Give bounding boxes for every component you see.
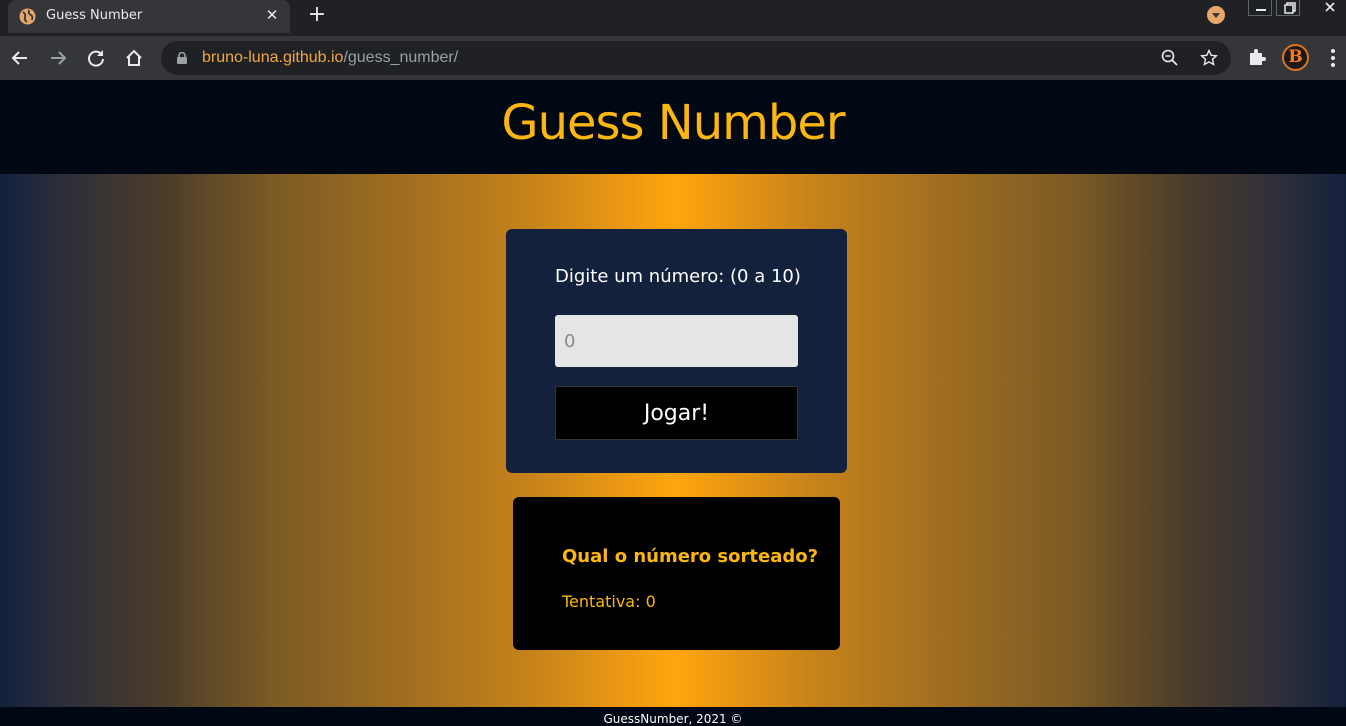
page-header: Guess Number [0, 80, 1346, 174]
profile-avatar[interactable]: B [1282, 44, 1309, 71]
result-question: Qual o número sorteado? [562, 546, 819, 567]
page-content: Guess Number Digite um número: (0 a 10) … [0, 80, 1346, 726]
puzzle-icon[interactable] [1245, 45, 1269, 69]
page-footer: GuessNumber, 2021 © [0, 707, 1346, 726]
result-card: Qual o número sorteado? Tentativa: 0 [513, 497, 840, 650]
tab-title: Guess Number [46, 8, 143, 23]
arrow-left-icon[interactable] [7, 45, 33, 71]
tab-search-icon[interactable] [1207, 6, 1225, 24]
reload-icon[interactable] [83, 45, 109, 71]
new-tab-button[interactable]: + [305, 4, 329, 28]
page-title: Guess Number [501, 95, 845, 151]
zoom-out-icon[interactable] [1161, 49, 1179, 67]
star-icon[interactable] [1200, 49, 1218, 67]
arrow-right-icon[interactable] [45, 45, 71, 71]
footer-text: GuessNumber, 2021 © [603, 712, 743, 726]
url-text[interactable]: bruno-luna.github.io/guess_number/ [202, 49, 458, 67]
guess-form-card: Digite um número: (0 a 10) Jogar! [506, 229, 847, 473]
address-bar[interactable]: bruno-luna.github.io/guess_number/ [161, 41, 1231, 75]
minimize-icon[interactable] [1248, 0, 1272, 16]
guess-input-label: Digite um número: (0 a 10) [555, 266, 801, 287]
lock-icon[interactable] [177, 52, 187, 64]
url-path: /guess_number/ [343, 49, 459, 66]
restore-icon[interactable] [1276, 0, 1300, 16]
tab-strip: Guess Number ✕ + [0, 0, 1346, 36]
url-host: bruno-luna.github.io [202, 49, 344, 66]
kebab-menu-icon[interactable] [1325, 47, 1341, 69]
play-button[interactable]: Jogar! [555, 386, 798, 440]
browser-toolbar: bruno-luna.github.io/guess_number/ B [0, 36, 1346, 80]
close-window-icon[interactable] [1318, 0, 1342, 16]
guess-input[interactable] [555, 315, 798, 367]
home-icon[interactable] [121, 45, 147, 71]
browser-tab[interactable]: Guess Number ✕ [8, 0, 290, 33]
tab-close-icon[interactable]: ✕ [262, 5, 282, 25]
globe-icon [19, 8, 36, 25]
attempt-counter: Tentativa: 0 [562, 592, 656, 611]
